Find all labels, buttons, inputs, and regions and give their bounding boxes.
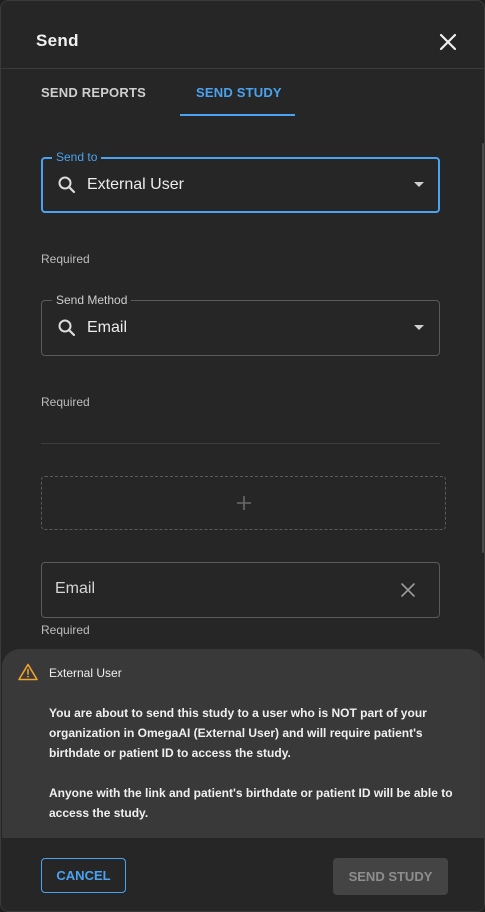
scrollbar[interactable] bbox=[482, 143, 484, 553]
dialog-footer: CANCEL SEND STUDY bbox=[1, 838, 484, 911]
send-method-value: Email bbox=[87, 319, 128, 336]
tab-bar: SEND REPORTS SEND STUDY bbox=[1, 69, 484, 117]
email-input[interactable] bbox=[55, 580, 375, 598]
tab-send-study[interactable]: SEND STUDY bbox=[196, 85, 282, 100]
section-divider bbox=[41, 443, 440, 444]
send-study-button[interactable]: SEND STUDY bbox=[333, 858, 448, 895]
dialog-title: Send bbox=[36, 31, 79, 50]
warning-title: External User bbox=[49, 666, 122, 680]
external-user-warning: External User You are about to send this… bbox=[2, 649, 484, 838]
email-helper: Required bbox=[41, 623, 90, 637]
clear-email-button[interactable] bbox=[399, 581, 417, 599]
send-method-label: Send Method bbox=[52, 293, 132, 307]
close-button[interactable] bbox=[433, 27, 463, 57]
clear-icon bbox=[401, 583, 415, 597]
send-to-select[interactable]: Send to External User bbox=[41, 150, 440, 213]
email-field[interactable] bbox=[41, 562, 440, 618]
active-tab-indicator bbox=[180, 114, 295, 116]
send-dialog: Send SEND REPORTS SEND STUDY Send to Ext… bbox=[0, 0, 485, 912]
send-to-label: Send to bbox=[52, 150, 102, 164]
add-recipient-button[interactable] bbox=[41, 476, 446, 530]
search-icon bbox=[58, 176, 76, 194]
chevron-down-icon[interactable] bbox=[414, 182, 424, 187]
close-icon bbox=[439, 33, 457, 51]
send-method-helper: Required bbox=[41, 395, 90, 409]
plus-icon bbox=[237, 496, 251, 510]
tab-send-reports[interactable]: SEND REPORTS bbox=[41, 85, 146, 100]
dialog-header: Send bbox=[1, 1, 484, 69]
warning-message: You are about to send this study to a us… bbox=[49, 706, 427, 760]
chevron-down-icon[interactable] bbox=[414, 325, 424, 330]
send-to-helper: Required bbox=[41, 252, 90, 266]
search-icon bbox=[58, 319, 76, 337]
warning-icon bbox=[18, 663, 38, 681]
warning-note: Anyone with the link and patient's birth… bbox=[49, 786, 453, 820]
cancel-button[interactable]: CANCEL bbox=[41, 858, 126, 893]
send-to-value: External User bbox=[87, 176, 184, 193]
send-method-select[interactable]: Send Method Email bbox=[41, 293, 440, 356]
